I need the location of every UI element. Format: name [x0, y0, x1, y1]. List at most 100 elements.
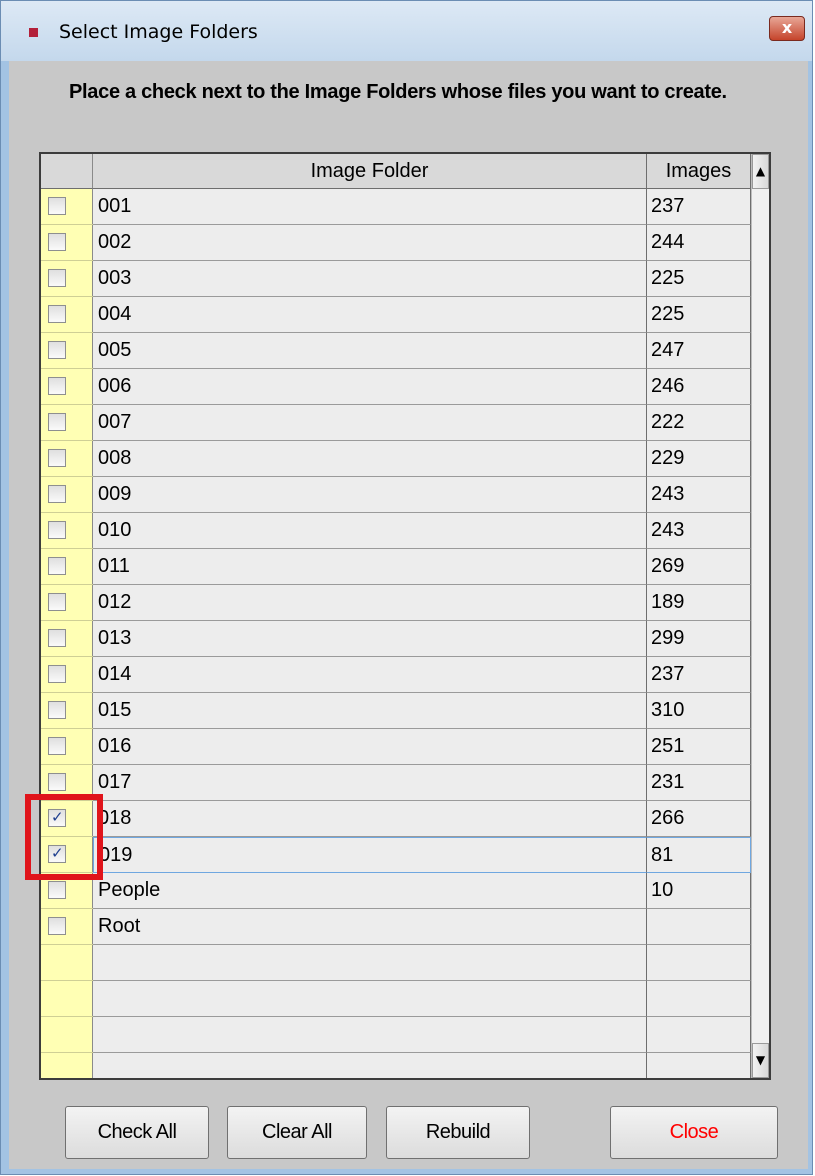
image-folder-cell[interactable]: 009	[93, 477, 647, 513]
folder-checkbox[interactable]	[48, 773, 66, 791]
image-folder-cell[interactable]: 018	[93, 801, 647, 837]
images-count-cell[interactable]: 244	[647, 225, 751, 261]
folder-checkbox[interactable]	[48, 233, 66, 251]
images-count-cell[interactable]: 231	[647, 765, 751, 801]
image-folder-cell[interactable]: 019	[93, 837, 647, 873]
images-count-cell[interactable]: 225	[647, 261, 751, 297]
images-count-cell[interactable]: 222	[647, 405, 751, 441]
row-checkbox-cell	[41, 1017, 93, 1053]
table-row[interactable]: People 10	[41, 873, 751, 909]
table-row[interactable]: 007 222	[41, 405, 751, 441]
table-row[interactable]: 01981	[41, 837, 751, 873]
folder-checkbox[interactable]	[48, 593, 66, 611]
column-header-image-folder[interactable]: Image Folder	[93, 154, 647, 189]
close-button[interactable]: Close	[610, 1106, 778, 1159]
scroll-down-arrow-icon[interactable]: ▼	[752, 1043, 769, 1078]
images-count-cell[interactable]: 10	[647, 873, 751, 909]
title-bar[interactable]: Select Image Folders x	[1, 1, 812, 61]
folder-checkbox[interactable]	[48, 557, 66, 575]
image-folder-cell[interactable]: Root	[93, 909, 647, 945]
images-count-cell[interactable]: 251	[647, 729, 751, 765]
image-folder-cell[interactable]: 011	[93, 549, 647, 585]
folder-checkbox[interactable]	[48, 269, 66, 287]
folder-checkbox[interactable]	[48, 449, 66, 467]
row-checkbox-cell	[41, 981, 93, 1017]
images-count-cell[interactable]: 269	[647, 549, 751, 585]
table-row[interactable]: 013 299	[41, 621, 751, 657]
folder-checkbox[interactable]	[48, 521, 66, 539]
images-count-cell	[647, 1053, 751, 1078]
table-row[interactable]: 012 189	[41, 585, 751, 621]
table-row[interactable]: 014 237	[41, 657, 751, 693]
folder-checkbox[interactable]	[48, 485, 66, 503]
images-count-cell[interactable]	[647, 909, 751, 945]
image-folder-cell[interactable]: 007	[93, 405, 647, 441]
table-row[interactable]: 015 310	[41, 693, 751, 729]
rebuild-button[interactable]: Rebuild	[386, 1106, 530, 1159]
scroll-up-arrow-icon[interactable]: ▲	[752, 154, 769, 189]
table-row[interactable]: 005 247	[41, 333, 751, 369]
images-count-cell[interactable]: 266	[647, 801, 751, 837]
folder-checkbox[interactable]	[48, 629, 66, 647]
image-folder-cell[interactable]: 016	[93, 729, 647, 765]
image-folder-cell[interactable]: 013	[93, 621, 647, 657]
table-row[interactable]: 011 269	[41, 549, 751, 585]
table-row[interactable]: 010 243	[41, 513, 751, 549]
table-row[interactable]: 004 225	[41, 297, 751, 333]
image-folder-cell[interactable]: 017	[93, 765, 647, 801]
folder-checkbox[interactable]	[48, 737, 66, 755]
folder-checkbox[interactable]	[48, 305, 66, 323]
image-folder-cell[interactable]: People	[93, 873, 647, 909]
folder-checkbox[interactable]	[48, 665, 66, 683]
check-all-button[interactable]: Check All	[65, 1106, 209, 1159]
image-folder-cell[interactable]: 014	[93, 657, 647, 693]
folder-checkbox[interactable]	[48, 413, 66, 431]
image-folder-cell[interactable]: 010	[93, 513, 647, 549]
image-folder-cell[interactable]: 003	[93, 261, 647, 297]
image-folder-cell[interactable]: 002	[93, 225, 647, 261]
table-row[interactable]: 016 251	[41, 729, 751, 765]
folder-checkbox[interactable]	[48, 341, 66, 359]
image-folder-cell[interactable]: 006	[93, 369, 647, 405]
empty-table-row	[41, 981, 751, 1017]
images-count-cell[interactable]: 237	[647, 189, 751, 225]
images-count-cell[interactable]: 310	[647, 693, 751, 729]
images-count-cell[interactable]: 247	[647, 333, 751, 369]
table-row[interactable]: 006 246	[41, 369, 751, 405]
images-count-cell[interactable]: 189	[647, 585, 751, 621]
folder-checkbox[interactable]	[48, 377, 66, 395]
folder-checkbox[interactable]	[48, 917, 66, 935]
images-count-cell[interactable]: 243	[647, 477, 751, 513]
table-row[interactable]: 018266	[41, 801, 751, 837]
image-folder-cell[interactable]: 015	[93, 693, 647, 729]
folder-checkbox[interactable]	[48, 197, 66, 215]
images-count-cell[interactable]: 246	[647, 369, 751, 405]
folder-checkbox[interactable]	[48, 881, 66, 899]
table-row[interactable]: 001 237	[41, 189, 751, 225]
image-folder-cell[interactable]: 012	[93, 585, 647, 621]
row-checkbox-cell	[41, 369, 93, 405]
image-folder-cell[interactable]: 008	[93, 441, 647, 477]
table-row[interactable]: Root	[41, 909, 751, 945]
images-count-cell[interactable]: 225	[647, 297, 751, 333]
table-row[interactable]: 009 243	[41, 477, 751, 513]
table-row[interactable]: 017 231	[41, 765, 751, 801]
column-header-images[interactable]: Images	[647, 154, 751, 189]
folder-checkbox[interactable]	[48, 701, 66, 719]
images-count-cell[interactable]: 81	[647, 837, 751, 873]
table-row[interactable]: 003 225	[41, 261, 751, 297]
row-checkbox-cell	[41, 513, 93, 549]
scrollbar-track[interactable]	[752, 189, 769, 1043]
clear-all-button[interactable]: Clear All	[227, 1106, 367, 1159]
vertical-scrollbar[interactable]: ▲ ▼	[751, 154, 769, 1078]
images-count-cell[interactable]: 243	[647, 513, 751, 549]
table-row[interactable]: 002 244	[41, 225, 751, 261]
image-folder-cell[interactable]: 001	[93, 189, 647, 225]
image-folder-cell[interactable]: 004	[93, 297, 647, 333]
images-count-cell[interactable]: 299	[647, 621, 751, 657]
images-count-cell[interactable]: 229	[647, 441, 751, 477]
images-count-cell[interactable]: 237	[647, 657, 751, 693]
window-close-button[interactable]: x	[769, 16, 805, 41]
image-folder-cell[interactable]: 005	[93, 333, 647, 369]
table-row[interactable]: 008 229	[41, 441, 751, 477]
